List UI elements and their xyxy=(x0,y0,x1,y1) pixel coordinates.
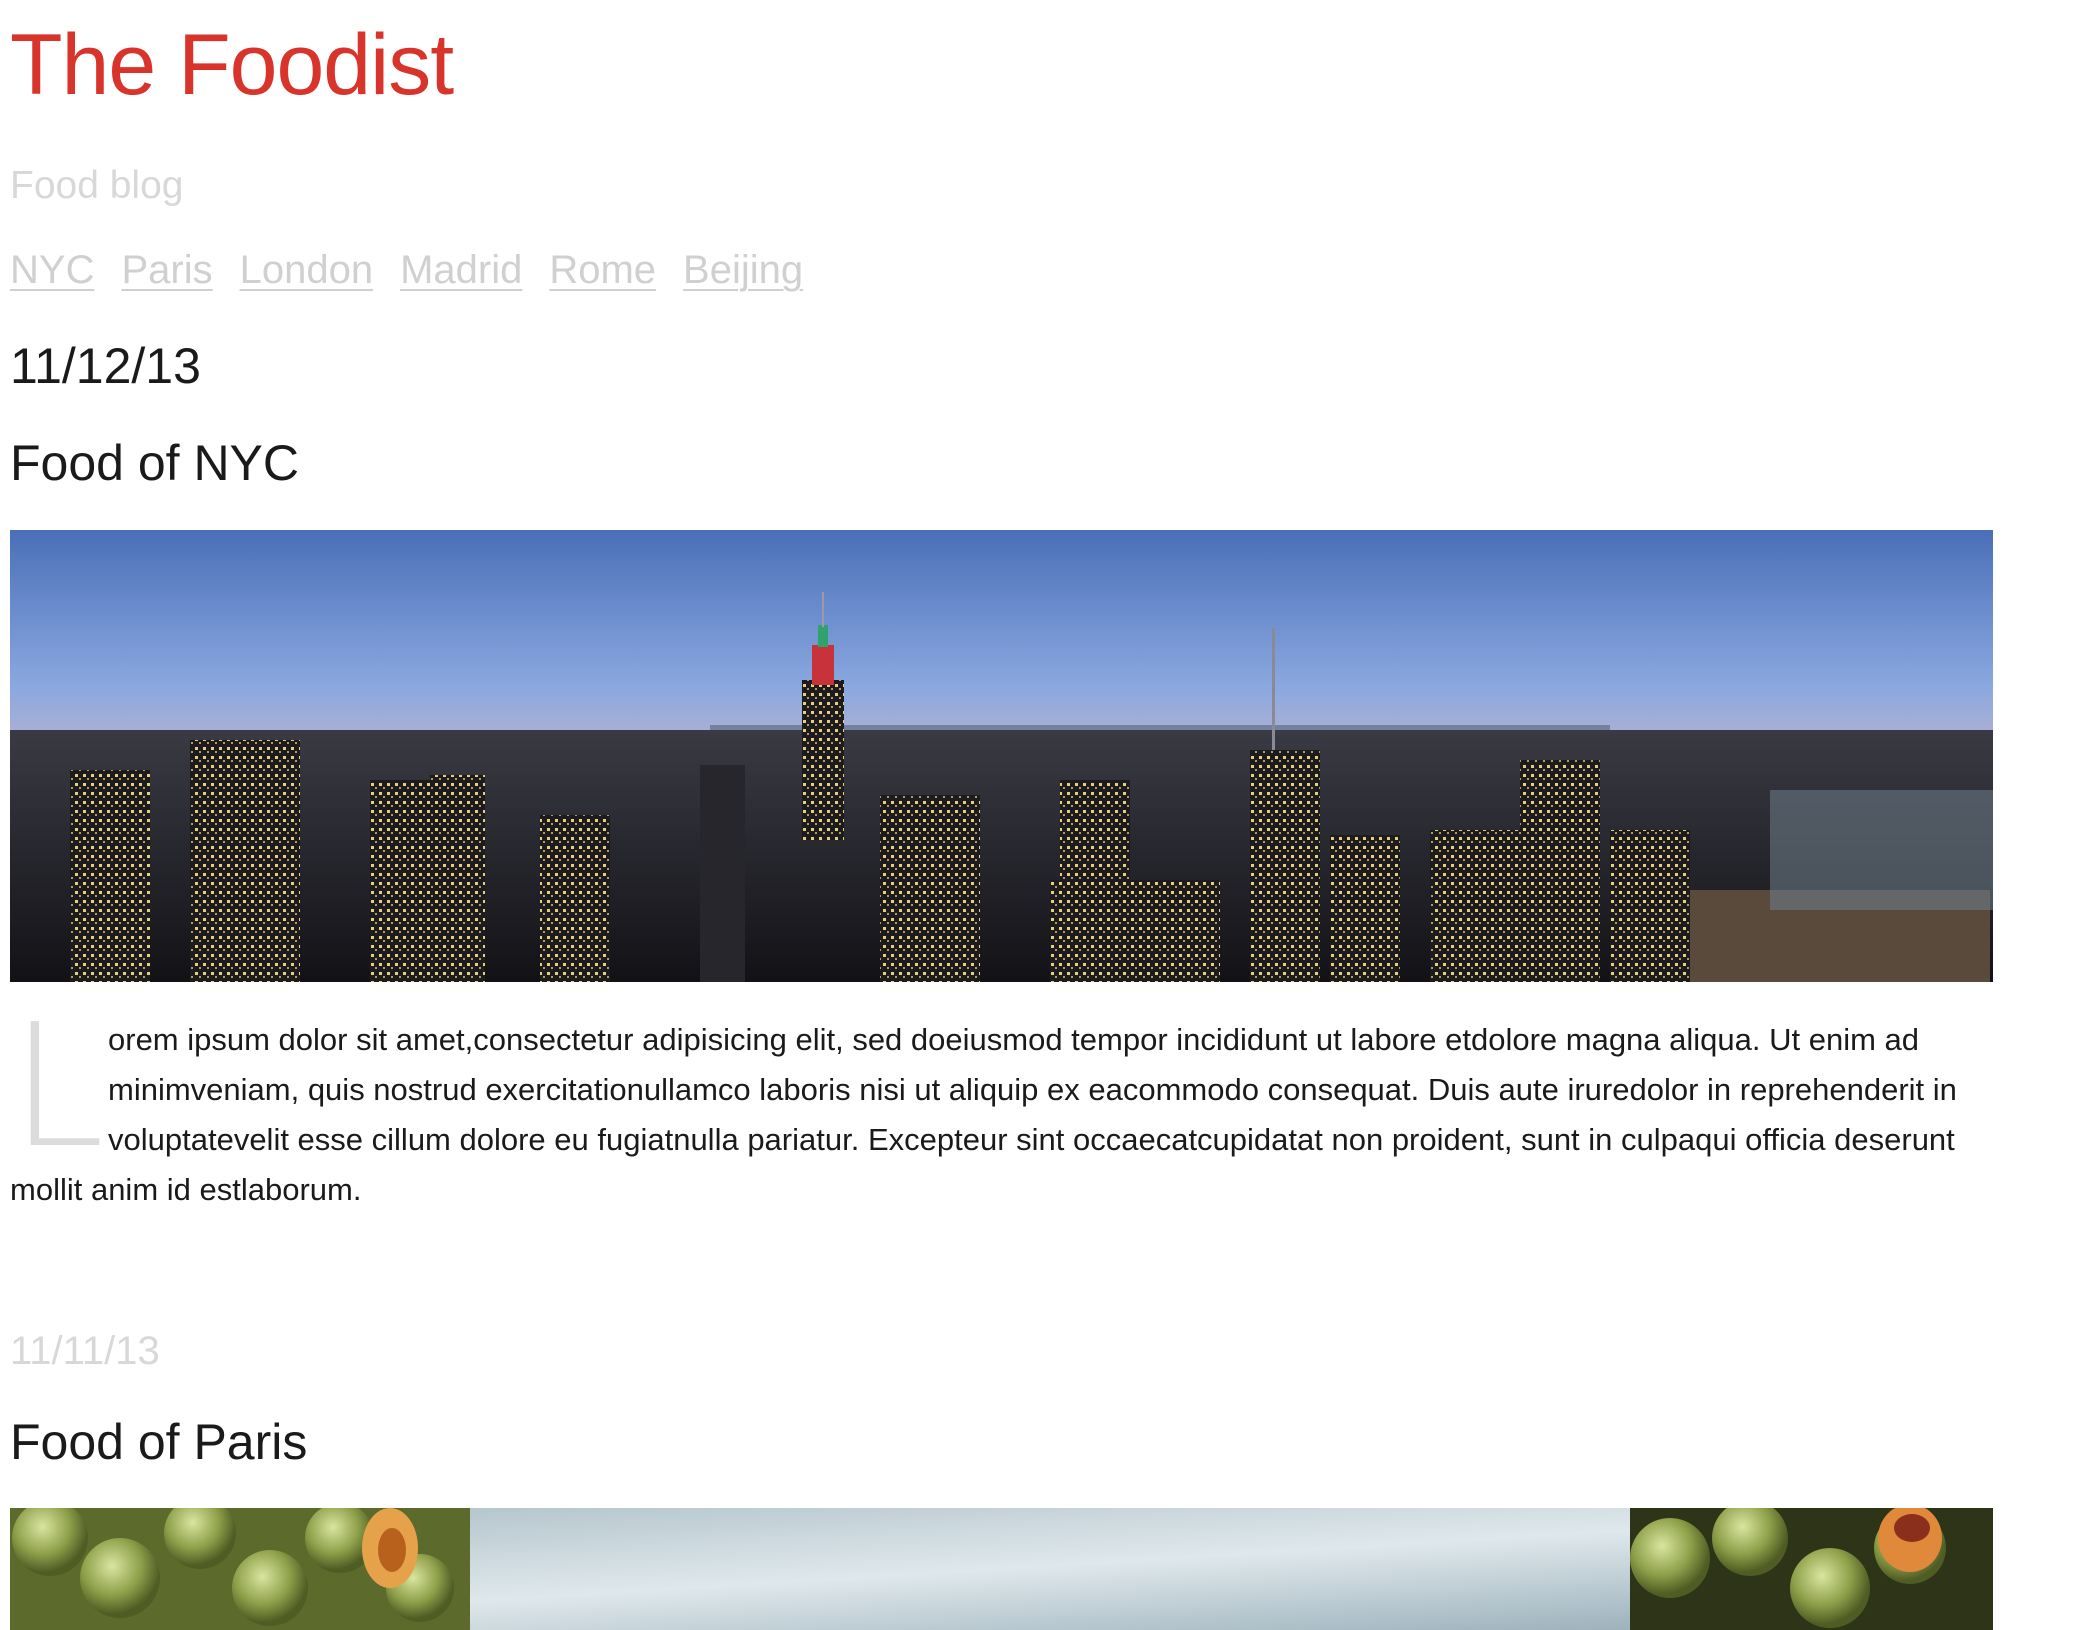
post-date: 11/11/13 xyxy=(10,1329,160,1373)
nyc-skyline-image xyxy=(10,530,1993,982)
post-body: Lorem ipsum dolor sit amet,consectetur a… xyxy=(10,988,1980,1215)
site-title[interactable]: The Foodist xyxy=(10,14,454,117)
site-tagline: Food blog xyxy=(10,164,184,207)
nav-link-rome[interactable]: Rome xyxy=(549,246,656,294)
nav-link-madrid[interactable]: Madrid xyxy=(400,246,522,294)
nav-link-beijing[interactable]: Beijing xyxy=(683,246,803,294)
post-body-text: orem ipsum dolor sit amet,consectetur ad… xyxy=(10,1022,1957,1207)
drop-cap: L xyxy=(10,988,105,1186)
post-title[interactable]: Food of NYC xyxy=(10,433,299,493)
city-nav: NYC Paris London Madrid Rome Beijing xyxy=(10,246,803,294)
post-title[interactable]: Food of Paris xyxy=(10,1412,307,1472)
nav-link-nyc[interactable]: NYC xyxy=(10,246,94,294)
nav-link-paris[interactable]: Paris xyxy=(121,246,212,294)
grapes-image xyxy=(10,1508,1993,1630)
post-date: 11/12/13 xyxy=(10,338,201,394)
nav-link-london[interactable]: London xyxy=(240,246,373,294)
